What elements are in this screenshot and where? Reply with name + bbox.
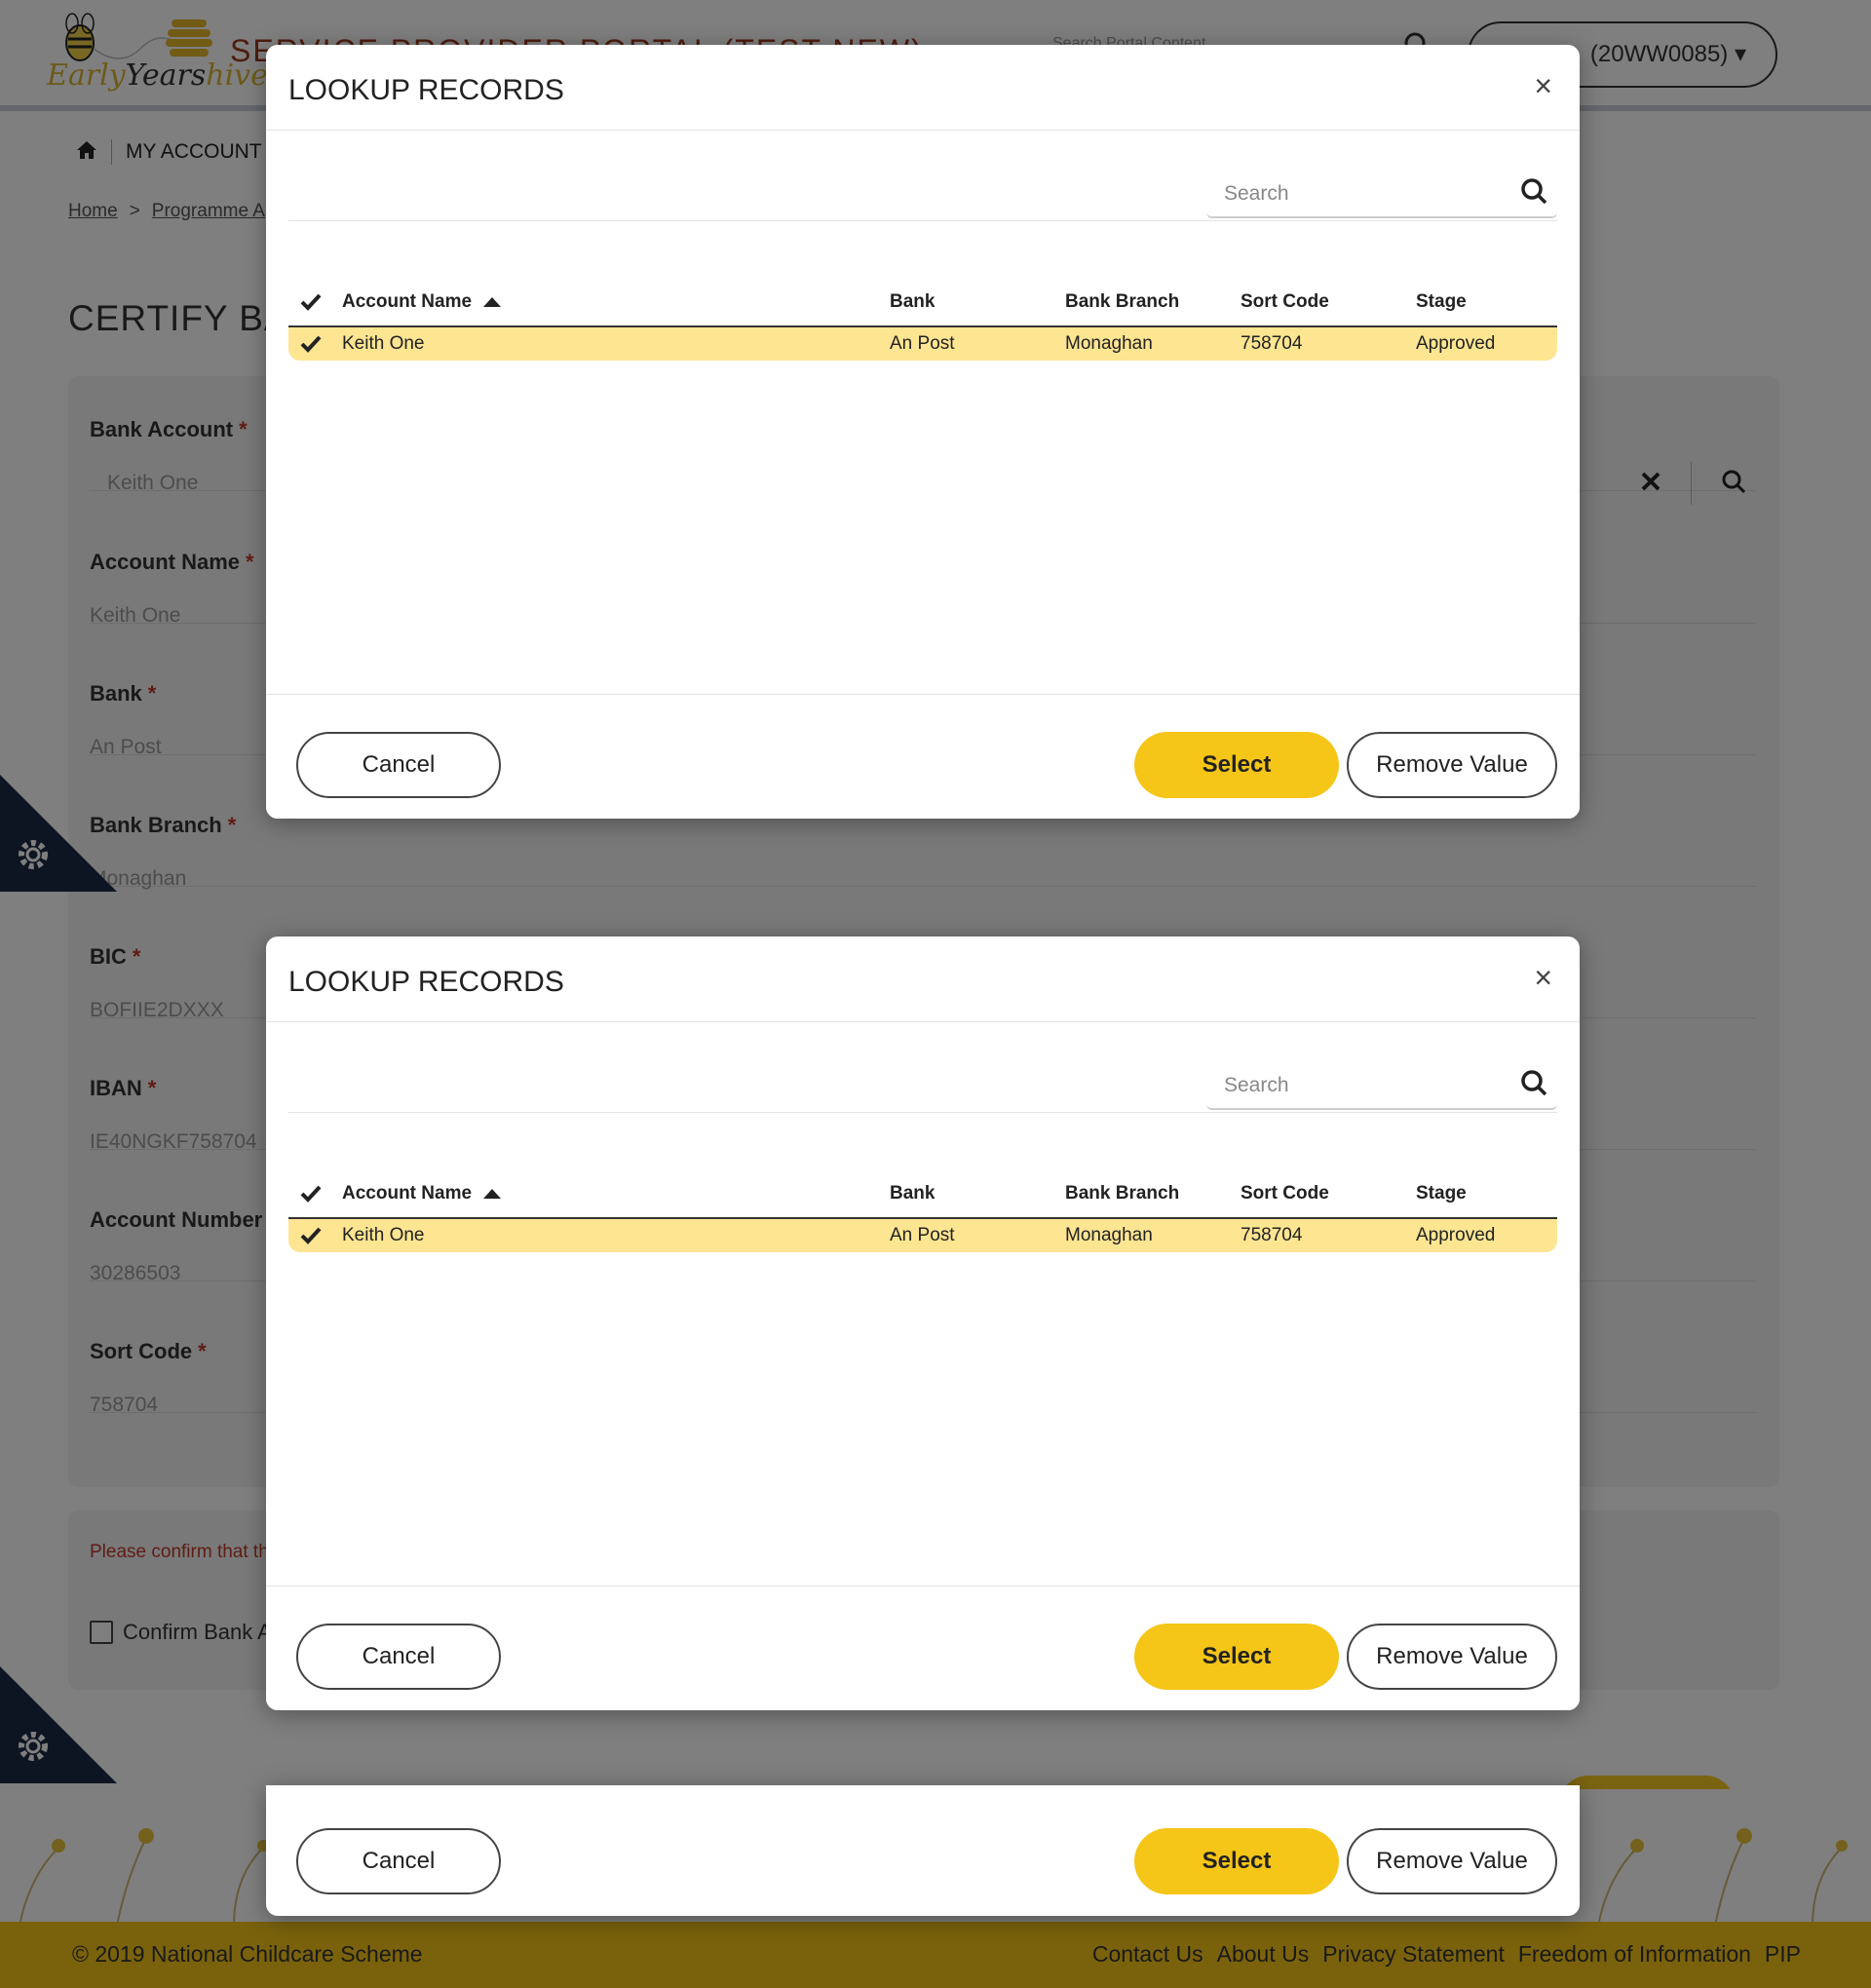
cell-account-name: Keith One — [342, 333, 425, 354]
select-all-check-icon[interactable] — [300, 279, 322, 325]
row-check-icon[interactable] — [300, 1219, 322, 1252]
lookup-search — [1206, 1059, 1557, 1110]
column-bank[interactable]: Bank — [890, 279, 935, 325]
grid-divider — [288, 220, 1557, 221]
modal-header: LOOKUP RECORDS × — [266, 45, 1580, 131]
cell-bank: An Post — [890, 1225, 955, 1245]
column-sort-code[interactable]: Sort Code — [1241, 279, 1329, 325]
lookup-search — [1206, 168, 1557, 218]
select-button[interactable]: Select — [1134, 1828, 1339, 1894]
lookup-modal-footer-fragment: Cancel Select Remove Value — [266, 1785, 1580, 1916]
column-bank[interactable]: Bank — [890, 1170, 935, 1217]
grid-header: Account Name Bank Bank Branch Sort Code … — [288, 279, 1557, 327]
column-bank-branch[interactable]: Bank Branch — [1065, 279, 1179, 325]
column-stage[interactable]: Stage — [1416, 1170, 1467, 1217]
close-icon[interactable]: × — [1534, 70, 1552, 101]
modal-title: LOOKUP RECORDS — [288, 966, 564, 998]
cell-stage: Approved — [1416, 333, 1496, 354]
grid-header: Account Name Bank Bank Branch Sort Code … — [288, 1170, 1557, 1219]
cancel-button[interactable]: Cancel — [296, 1624, 501, 1690]
cell-sort-code: 758704 — [1241, 333, 1303, 354]
column-bank-branch[interactable]: Bank Branch — [1065, 1170, 1179, 1217]
sort-ascending-icon — [483, 297, 502, 307]
remove-value-button[interactable]: Remove Value — [1347, 1828, 1557, 1894]
lookup-records-modal: LOOKUP RECORDS × Account Name Bank Bank … — [266, 45, 1580, 819]
select-all-check-icon[interactable] — [300, 1170, 322, 1217]
modal-header: LOOKUP RECORDS × — [266, 937, 1580, 1022]
lookup-search-input[interactable] — [1206, 1069, 1479, 1102]
search-icon[interactable] — [1520, 177, 1547, 210]
sort-ascending-icon — [483, 1189, 502, 1199]
lookup-search-input[interactable] — [1206, 177, 1479, 210]
column-account-name[interactable]: Account Name — [342, 279, 502, 325]
table-row[interactable]: Keith One An Post Monaghan 758704 Approv… — [288, 1219, 1557, 1252]
cell-bank: An Post — [890, 333, 955, 354]
cell-bank-branch: Monaghan — [1065, 333, 1153, 354]
cell-stage: Approved — [1416, 1225, 1496, 1245]
modal-footer: Cancel Select Remove Value — [266, 1586, 1580, 1710]
cell-account-name: Keith One — [342, 1225, 425, 1245]
column-label: Account Name — [342, 291, 473, 312]
remove-value-button[interactable]: Remove Value — [1347, 732, 1557, 798]
close-icon[interactable]: × — [1534, 962, 1552, 993]
cancel-button[interactable]: Cancel — [296, 1828, 501, 1894]
search-icon[interactable] — [1520, 1069, 1547, 1101]
lookup-records-modal: LOOKUP RECORDS × Account Name Bank Bank … — [266, 937, 1580, 1710]
column-account-name[interactable]: Account Name — [342, 1170, 502, 1217]
cell-sort-code: 758704 — [1241, 1225, 1303, 1245]
modal-title: LOOKUP RECORDS — [288, 74, 564, 106]
cell-bank-branch: Monaghan — [1065, 1225, 1153, 1245]
remove-value-button[interactable]: Remove Value — [1347, 1624, 1557, 1690]
grid-divider — [288, 1112, 1557, 1113]
table-row[interactable]: Keith One An Post Monaghan 758704 Approv… — [288, 327, 1557, 361]
modal-footer: Cancel Select Remove Value — [266, 694, 1580, 819]
select-button[interactable]: Select — [1134, 732, 1339, 798]
row-check-icon[interactable] — [300, 327, 322, 361]
column-sort-code[interactable]: Sort Code — [1241, 1170, 1329, 1217]
column-stage[interactable]: Stage — [1416, 279, 1467, 325]
cancel-button[interactable]: Cancel — [296, 732, 501, 798]
column-label: Account Name — [342, 1183, 473, 1204]
select-button[interactable]: Select — [1134, 1624, 1339, 1690]
